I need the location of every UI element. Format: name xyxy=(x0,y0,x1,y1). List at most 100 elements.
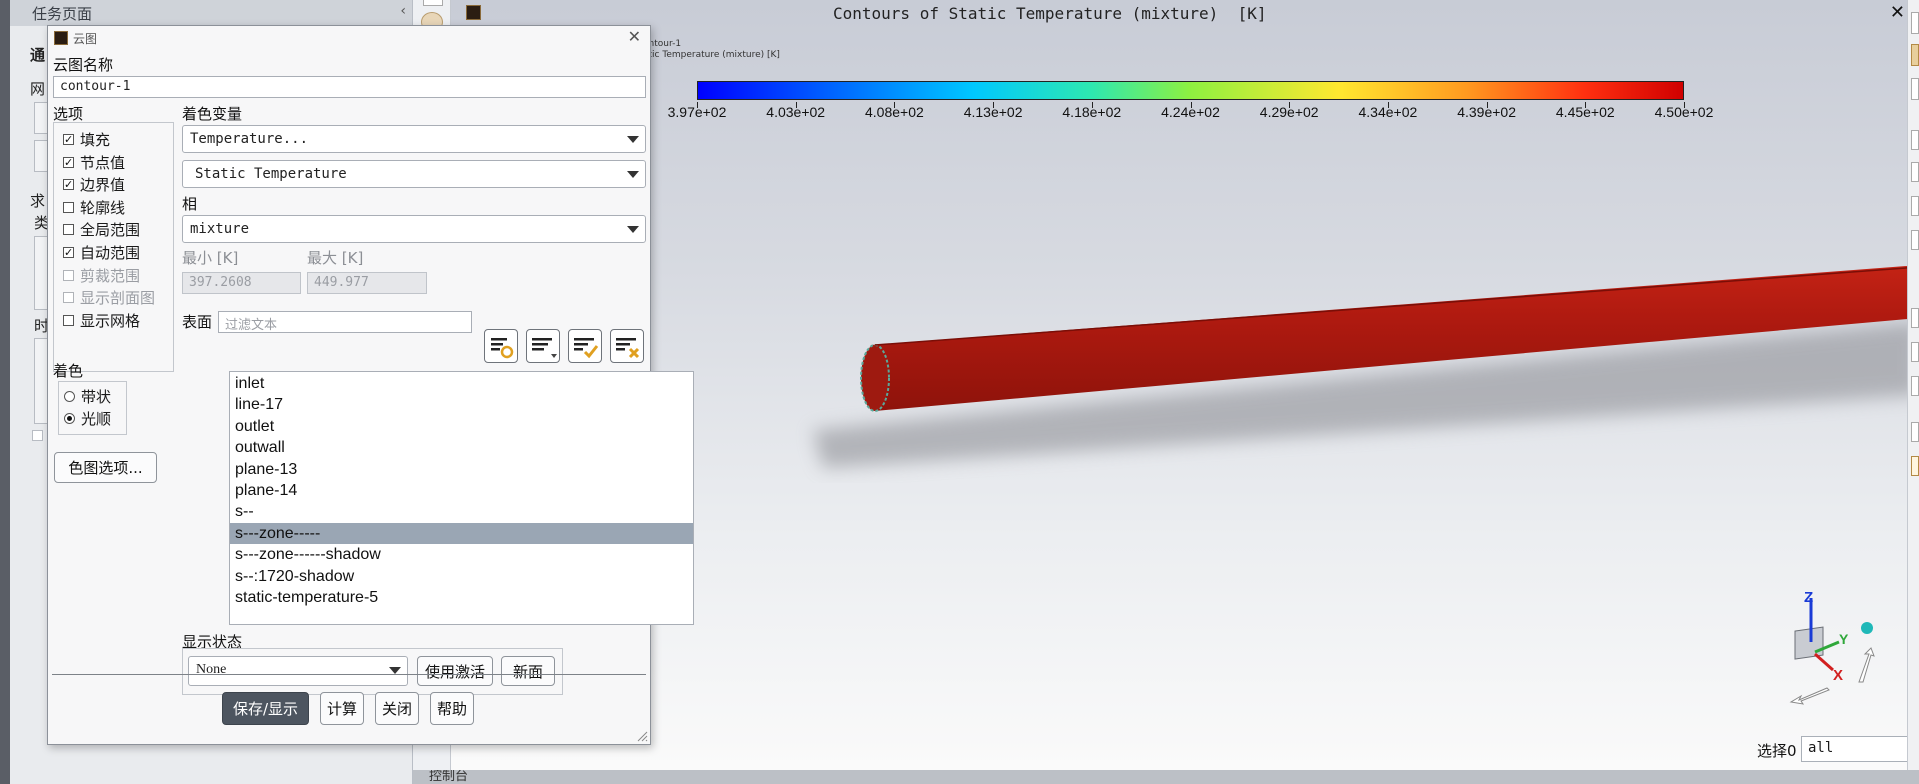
select-input[interactable]: all xyxy=(1801,736,1919,762)
save-display-button[interactable]: 保存/显示 xyxy=(222,692,309,725)
toolbar-button[interactable] xyxy=(1911,342,1919,362)
close-icon[interactable]: ✕ xyxy=(628,27,641,46)
surface-list-item[interactable]: plane-14 xyxy=(230,480,693,501)
toolbar-button[interactable] xyxy=(1911,12,1919,34)
task-ghost-checkbox[interactable] xyxy=(32,430,43,441)
coloring-label: 光顺 xyxy=(81,410,112,428)
option-checkbox[interactable]: 轮廓线 xyxy=(63,197,125,218)
deselect-all-surfaces-button[interactable] xyxy=(610,329,644,363)
colorbar-tick-label: 4.29e+02 xyxy=(1259,104,1319,120)
colormap-options-button[interactable]: 色图选项... xyxy=(54,452,157,483)
option-label: 轮廓线 xyxy=(80,198,126,217)
checkbox-checked-icon xyxy=(63,179,74,191)
toolbar-button[interactable] xyxy=(1911,308,1919,328)
option-label: 全局范围 xyxy=(80,221,141,240)
option-checkbox[interactable]: 自动范围 xyxy=(63,242,140,263)
resize-grip-icon[interactable] xyxy=(636,730,648,742)
contour-name-input[interactable]: contour-1 xyxy=(53,76,646,98)
surface-filter-input[interactable]: 过滤文本 xyxy=(218,311,472,333)
option-checkbox: 显示剖面图 xyxy=(63,287,155,308)
console-label: 控制台 xyxy=(429,770,469,784)
axis-z-label: Z xyxy=(1804,590,1813,606)
axes-triad[interactable]: Z Y X xyxy=(1781,590,1891,710)
toolbar-button[interactable] xyxy=(1911,130,1919,150)
toolbar-button[interactable] xyxy=(1911,162,1919,182)
surface-list[interactable]: inlet line-17 outlet outwall plane-13 plane-1… xyxy=(229,371,694,625)
rotate-arrow-icon[interactable] xyxy=(1858,647,1875,683)
surface-list-item[interactable]: outwall xyxy=(230,437,693,458)
color-variable-category-select[interactable]: Temperature... xyxy=(182,125,646,153)
option-label: 边界值 xyxy=(80,176,126,195)
use-active-button[interactable]: 使用激活 xyxy=(417,656,493,686)
option-checkbox[interactable]: 全局范围 xyxy=(63,219,140,240)
surface-list-item[interactable]: inlet xyxy=(230,373,693,394)
contour-dialog: 云图 ✕ 云图名称 contour-1 选项 填充节点值边界值轮廓线全局范围自动… xyxy=(47,25,694,745)
toolbar-button[interactable] xyxy=(1911,376,1919,396)
color-variable-field-select[interactable]: Static Temperature xyxy=(182,160,646,188)
rotate-handle-icon[interactable] xyxy=(1861,622,1873,634)
window-edge-strip xyxy=(0,0,10,784)
option-checkbox[interactable]: 节点值 xyxy=(63,152,125,173)
surface-list-item[interactable]: outlet xyxy=(230,416,693,437)
surface-list-item[interactable]: plane-13 xyxy=(230,459,693,480)
toolbar-button[interactable] xyxy=(1911,456,1919,476)
display-state-select[interactable]: None xyxy=(188,656,408,686)
option-checkbox[interactable]: 边界值 xyxy=(63,174,125,195)
colorbar-tick-label: 4.18e+02 xyxy=(1062,104,1122,120)
surface-list-item[interactable]: s---zone----- xyxy=(230,522,693,545)
surface-label: 表面 xyxy=(182,313,213,331)
phase-select[interactable]: mixture xyxy=(182,215,646,243)
checkbox-icon xyxy=(63,201,74,213)
coloring-radio[interactable]: 光顺 xyxy=(64,408,111,429)
surface-list-item[interactable]: s---zone------shadow xyxy=(230,544,693,565)
new-display-state-button[interactable]: 新面 xyxy=(501,656,555,686)
rotate-arrow-icon[interactable] xyxy=(1789,687,1830,705)
select-surface-dropdown-button[interactable] xyxy=(526,329,560,363)
colorbar-tick-label: 4.03e+02 xyxy=(766,104,826,120)
chevron-down-icon xyxy=(389,667,401,674)
dialog-titlebar[interactable]: 云图 ✕ xyxy=(48,26,650,50)
select-all-surfaces-button[interactable] xyxy=(568,329,602,363)
toolbar-button[interactable] xyxy=(1911,230,1919,250)
toolbar-button[interactable] xyxy=(1911,44,1919,66)
color-variable-field-value: Static Temperature xyxy=(195,166,347,182)
chevron-left-icon[interactable]: ‹ xyxy=(400,3,406,19)
close-button[interactable]: 关闭 xyxy=(375,692,419,725)
max-value-field: 449.977 xyxy=(307,272,427,294)
checkbox-icon xyxy=(63,269,74,281)
checkbox-icon xyxy=(63,224,74,236)
help-button[interactable]: 帮助 xyxy=(430,692,474,725)
toolbar-button[interactable] xyxy=(1911,422,1919,442)
dialog-separator xyxy=(52,674,646,675)
axis-x-label: X xyxy=(1833,667,1843,684)
new-display-state-label: 新面 xyxy=(512,662,543,681)
colorbar-tick-label: 4.34e+02 xyxy=(1358,104,1418,120)
colorbar-tick-label: 4.24e+02 xyxy=(1161,104,1220,120)
compute-button[interactable]: 计算 xyxy=(320,692,364,725)
option-checkbox[interactable]: 显示网格 xyxy=(63,310,140,331)
checkbox-checked-icon xyxy=(63,134,74,145)
toolbar-button[interactable] xyxy=(1911,78,1919,100)
option-checkbox[interactable]: 填充 xyxy=(63,129,110,150)
contour-name-label: 云图名称 xyxy=(53,56,114,74)
coloring-radio[interactable]: 带状 xyxy=(64,386,111,407)
surface-list-item[interactable]: s--:1720-shadow xyxy=(230,566,693,587)
surface-list-item[interactable]: line-17 xyxy=(230,394,693,415)
color-variable-label: 着色变量 xyxy=(182,105,243,123)
option-label: 节点值 xyxy=(80,153,126,172)
new-surface-button[interactable] xyxy=(484,329,518,363)
coloring-label: 带状 xyxy=(81,388,112,406)
console-tab[interactable]: 控制台 xyxy=(413,770,1919,784)
surface-list-item[interactable]: static-temperature-5 xyxy=(230,587,693,608)
option-label: 自动范围 xyxy=(80,244,141,262)
color-variable-category-value: Temperature... xyxy=(190,131,309,147)
chevron-down-icon xyxy=(627,136,639,143)
option-label: 填充 xyxy=(80,131,111,149)
colorbar-tick-label: 4.45e+02 xyxy=(1555,104,1615,120)
surface-list-item[interactable]: s-- xyxy=(230,501,693,522)
task-ghost-label: 网 xyxy=(30,80,46,98)
toolbar-button[interactable] xyxy=(1911,196,1919,216)
dialog-title: 云图 xyxy=(73,31,98,46)
task-ghost-label: 通 xyxy=(30,46,46,64)
colorbar-tick-label: 4.08e+02 xyxy=(864,104,924,120)
